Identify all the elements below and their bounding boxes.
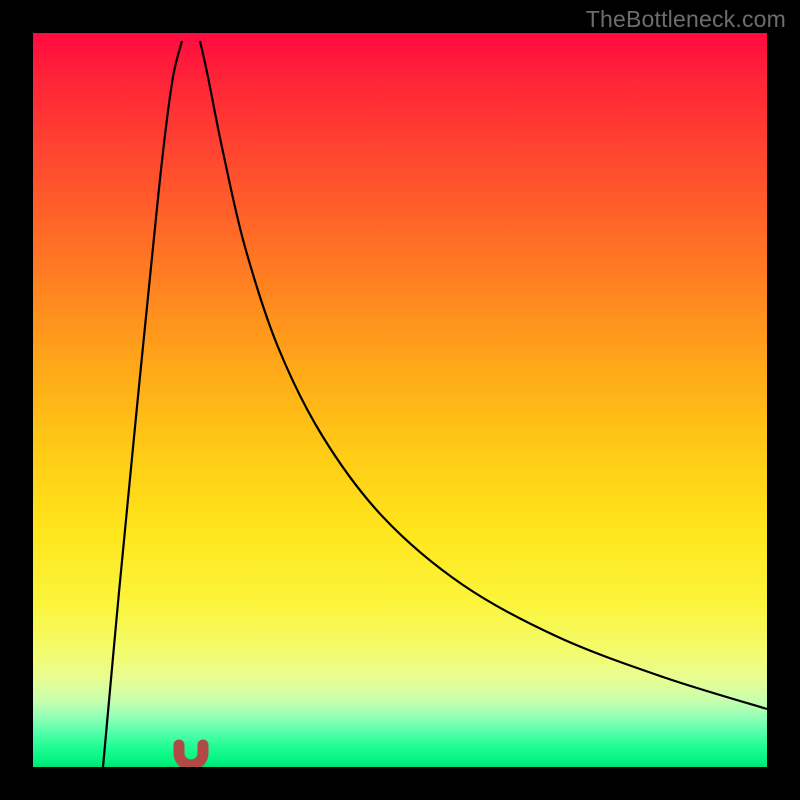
curve-right-branch xyxy=(200,41,767,709)
plot-area xyxy=(33,33,767,767)
chart-frame: TheBottleneck.com xyxy=(0,0,800,800)
curve-left-branch xyxy=(103,41,182,767)
dip-marker-icon xyxy=(179,745,203,765)
curve-layer xyxy=(33,33,767,767)
watermark-text: TheBottleneck.com xyxy=(586,6,786,33)
